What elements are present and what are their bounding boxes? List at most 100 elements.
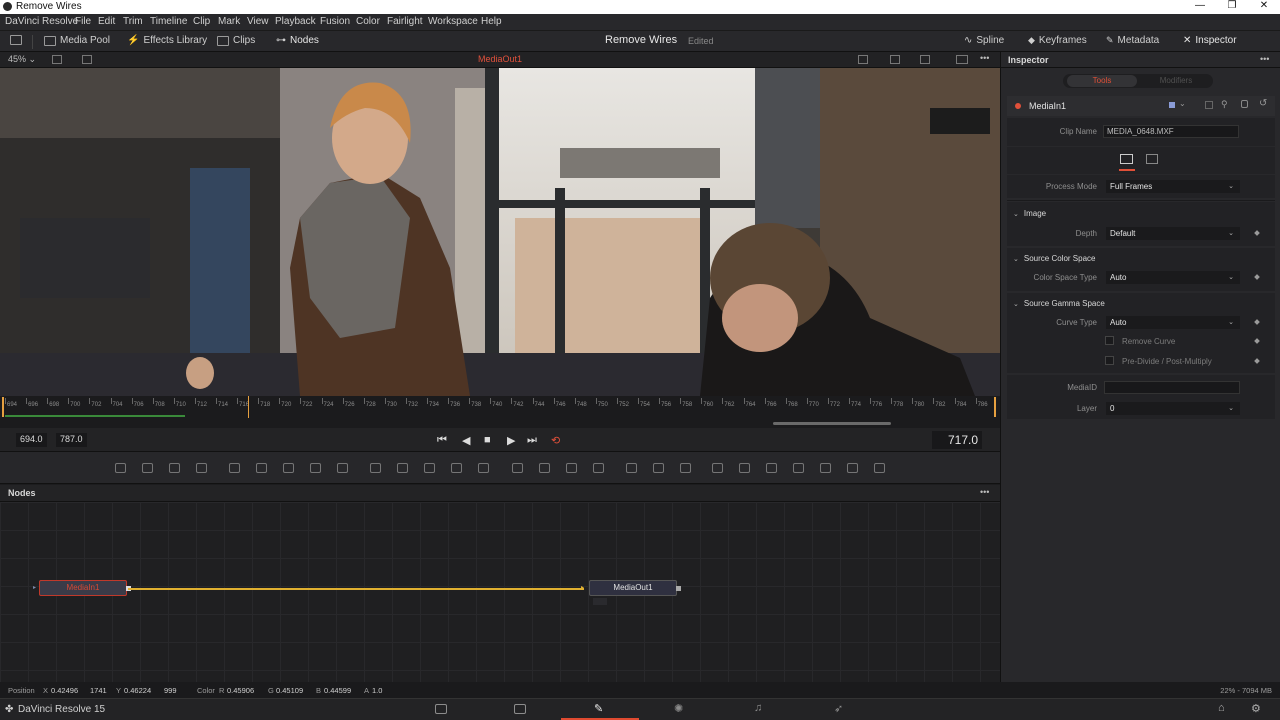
predivide-keyframe-icon[interactable] [1254, 358, 1260, 364]
play-icon[interactable]: ▶ [507, 434, 515, 447]
viewer-options-menu-icon[interactable]: ••• [980, 53, 989, 63]
layer-dropdown[interactable]: 0 ⌄ [1106, 402, 1240, 415]
fairlight-page-icon[interactable]: ♫ [754, 702, 762, 714]
color-space-keyframe-icon[interactable] [1254, 274, 1260, 280]
in-point-field[interactable]: 694.0 [16, 433, 47, 447]
close-button[interactable]: ✕ [1254, 0, 1274, 11]
shape-3d-tool-icon[interactable] [793, 463, 804, 473]
settings-gear-icon[interactable]: ⚙ [1251, 702, 1261, 715]
menu-clip[interactable]: Clip [193, 16, 210, 27]
letterbox-tool-icon[interactable] [478, 463, 489, 473]
timeline-scrollbar[interactable] [0, 418, 1000, 428]
menu-mark[interactable]: Mark [218, 16, 240, 27]
clip-name-field[interactable]: MEDIA_0648.MXF [1103, 125, 1239, 138]
viewer-roi-icon[interactable] [858, 55, 868, 64]
light-3d-tool-icon[interactable] [874, 463, 885, 473]
merge-tool-icon[interactable] [370, 463, 381, 473]
menu-davinci-resolve[interactable]: DaVinci Resolve [5, 16, 78, 27]
inspector-button[interactable]: ✕ Inspector [1183, 35, 1237, 46]
tool-header[interactable]: MediaIn1 ⌄ ⚲ ↺ [1007, 96, 1275, 116]
playhead[interactable] [248, 396, 249, 418]
ellipse-tool-icon[interactable] [310, 463, 321, 473]
curve-type-dropdown[interactable]: Auto ⌄ [1106, 316, 1240, 329]
viewer-grid-icon[interactable] [920, 55, 930, 64]
menu-view[interactable]: View [247, 16, 269, 27]
menu-help[interactable]: Help [481, 16, 502, 27]
resize-tool-icon[interactable] [451, 463, 462, 473]
chevron-down-icon[interactable]: ⌄ [1179, 99, 1186, 108]
zoom-dropdown[interactable]: 45% ⌄ [8, 54, 36, 65]
rectangle-tool-icon[interactable] [283, 463, 294, 473]
metadata-button[interactable]: ✎ Metadata [1106, 35, 1159, 46]
maximize-button[interactable]: ❐ [1222, 0, 1242, 11]
current-frame-field[interactable]: 717.0 [932, 431, 982, 449]
source-gamma-space-header[interactable]: ⌄ Source Gamma Space [1013, 299, 1105, 308]
viewer-layout-icon[interactable] [52, 55, 62, 64]
node-editor[interactable]: ▸ MediaIn1 ▸ MediaOut1 [0, 502, 1000, 682]
menu-fusion[interactable]: Fusion [320, 16, 350, 27]
viewer-option-icon[interactable] [82, 55, 92, 64]
menu-timeline[interactable]: Timeline [150, 16, 187, 27]
text-tool-icon[interactable] [169, 463, 180, 473]
lock-icon[interactable] [1241, 100, 1248, 108]
nodes-options-menu-icon[interactable]: ••• [980, 487, 989, 497]
minimize-button[interactable]: — [1190, 0, 1210, 11]
brush-tool-icon[interactable] [196, 463, 207, 473]
mediaid-field[interactable] [1104, 381, 1240, 394]
circle-mask-tool-icon[interactable] [539, 463, 550, 473]
tracker-tool-icon[interactable] [626, 463, 637, 473]
menu-workspace[interactable]: Workspace [428, 16, 478, 27]
loop-icon[interactable]: ⟲ [551, 434, 560, 447]
depth-dropdown[interactable]: Default ⌄ [1106, 227, 1240, 240]
image-section-header[interactable]: ⌄ Image [1013, 209, 1046, 218]
polyline-tool-icon[interactable] [566, 463, 577, 473]
mediaout-output-port[interactable] [676, 586, 681, 591]
tab-modifiers[interactable]: Modifiers [1143, 75, 1209, 87]
predivide-checkbox[interactable] [1105, 356, 1114, 365]
remove-curve-keyframe-icon[interactable] [1254, 338, 1260, 344]
remove-curve-checkbox[interactable] [1105, 336, 1114, 345]
settings-tab-icon[interactable] [1146, 154, 1158, 164]
particles-emitter-tool-icon[interactable] [712, 463, 723, 473]
tool-version-icon[interactable] [1205, 101, 1213, 109]
mediaout-node[interactable]: MediaOut1 [589, 580, 677, 596]
viewer-canvas[interactable] [0, 68, 1000, 396]
out-point-marker[interactable] [994, 397, 996, 417]
color-page-icon[interactable]: ✺ [674, 702, 683, 715]
depth-keyframe-icon[interactable] [1254, 230, 1260, 236]
viewer-split-icon[interactable] [956, 55, 968, 64]
effects-library-button[interactable]: ⚡ Effects Library [127, 35, 207, 46]
edit-page-icon[interactable] [514, 704, 526, 714]
panel-toggle-button[interactable] [10, 35, 22, 45]
menu-playback[interactable]: Playback [275, 16, 316, 27]
camera-3d-tool-icon[interactable] [820, 463, 831, 473]
process-mode-dropdown[interactable]: Full Frames ⌄ [1106, 180, 1240, 193]
drop-tool-icon[interactable] [337, 463, 348, 473]
nodes-button[interactable]: ⊶ Nodes [276, 35, 319, 46]
go-to-end-icon[interactable]: ⏭ [527, 434, 537, 447]
menu-trim[interactable]: Trim [123, 16, 143, 27]
particles-render-tool-icon[interactable] [739, 463, 750, 473]
menu-file[interactable]: File [75, 16, 91, 27]
frame-ruler[interactable]: 694 696 698 700 702 704 706 708 710 712 714 716 718 7… [0, 396, 1000, 418]
menu-color[interactable]: Color [356, 16, 380, 27]
crop-tool-icon[interactable] [424, 463, 435, 473]
menu-edit[interactable]: Edit [98, 16, 115, 27]
media-page-icon[interactable] [435, 704, 447, 714]
renderer-3d-tool-icon[interactable] [847, 463, 858, 473]
media-pool-button[interactable]: Media Pool [44, 35, 110, 46]
go-to-start-icon[interactable]: ⏮ [437, 434, 447, 447]
transform-tool-icon[interactable] [397, 463, 408, 473]
curve-type-keyframe-icon[interactable] [1254, 319, 1260, 325]
viewer-channel-icon[interactable] [890, 55, 900, 64]
planar-tool-icon[interactable] [653, 463, 664, 473]
spline-button[interactable]: ∿ Spline [964, 35, 1004, 46]
in-point-marker[interactable] [2, 397, 4, 417]
bspline-tool-icon[interactable] [229, 463, 240, 473]
stop-icon[interactable]: ■ [484, 434, 491, 446]
clips-button[interactable]: Clips [217, 35, 255, 46]
polygon-tool-icon[interactable] [256, 463, 267, 473]
deliver-page-icon[interactable]: ➶ [834, 702, 843, 715]
tab-tools[interactable]: Tools [1067, 75, 1137, 87]
background-tool-icon[interactable] [115, 463, 126, 473]
